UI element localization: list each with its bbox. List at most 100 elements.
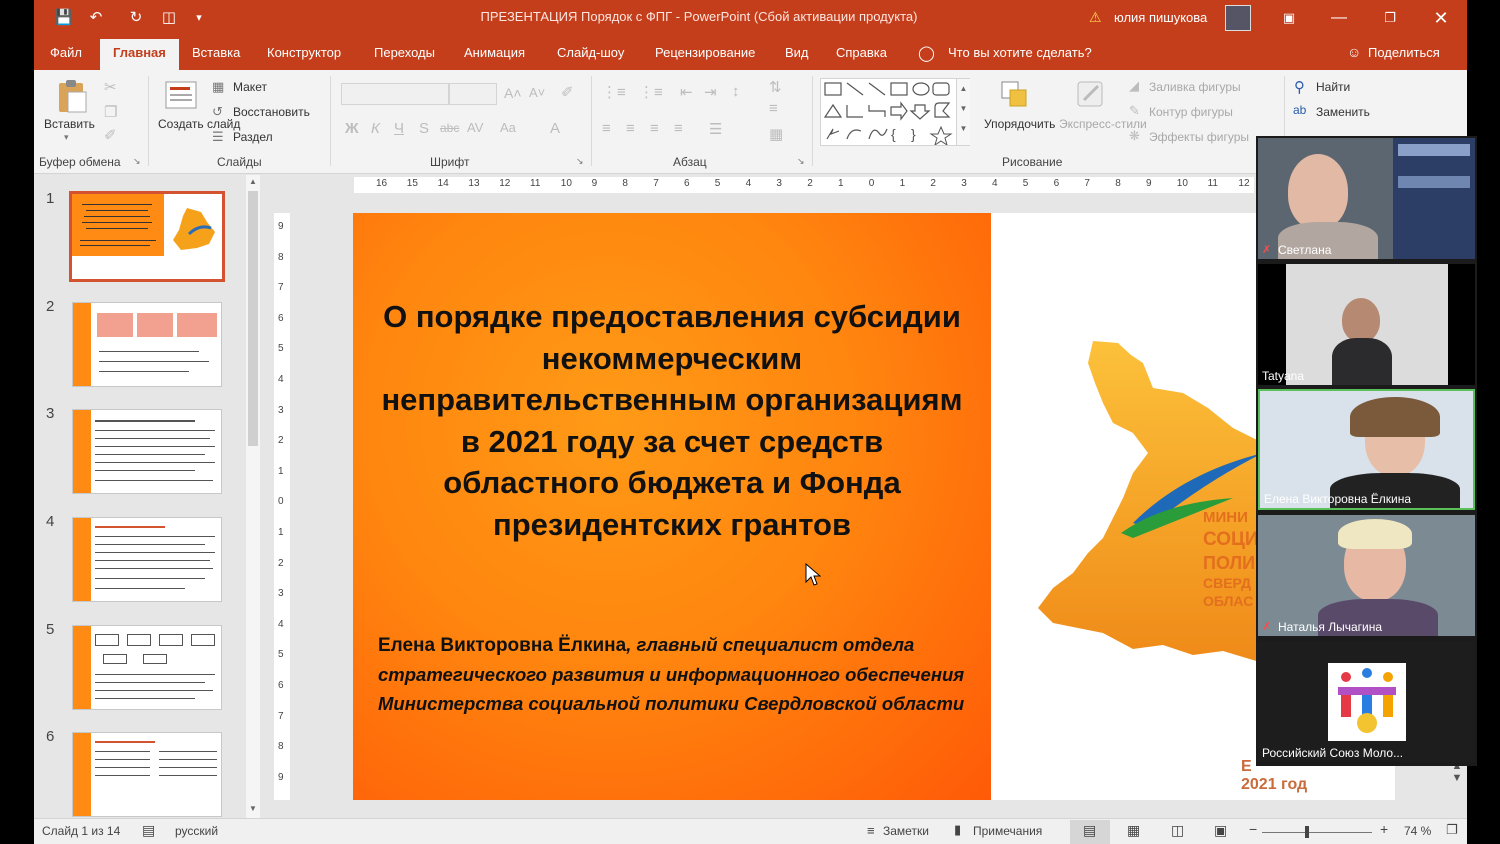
quick-styles-icon[interactable] bbox=[1074, 78, 1108, 110]
scroll-thumb[interactable] bbox=[248, 191, 258, 446]
bold-icon[interactable]: Ж bbox=[345, 120, 359, 137]
participant-tile[interactable]: Tatyana bbox=[1258, 264, 1475, 385]
user-name[interactable]: юлия пишукова bbox=[1114, 10, 1207, 25]
format-painter-icon[interactable]: ✐ bbox=[104, 126, 117, 144]
slide-thumbnail-6[interactable] bbox=[72, 732, 222, 817]
find-button[interactable]: Найти bbox=[1316, 80, 1350, 94]
tab-review[interactable]: Рецензирование bbox=[655, 45, 755, 60]
align-center-icon[interactable]: ≡ bbox=[626, 120, 635, 137]
text-direction-icon[interactable]: ⇅ bbox=[769, 78, 782, 96]
cut-icon[interactable]: ✂ bbox=[104, 78, 117, 96]
tab-help[interactable]: Справка bbox=[836, 45, 887, 60]
slide-title[interactable]: О порядке предоставления субсидии некомм… bbox=[373, 296, 971, 545]
shape-outline-button[interactable]: Контур фигуры bbox=[1149, 105, 1233, 119]
underline-icon[interactable]: Ч bbox=[394, 120, 404, 137]
grow-font-icon[interactable]: A˄ bbox=[504, 85, 522, 101]
notes-button[interactable]: Заметки bbox=[883, 824, 929, 838]
ribbon-display-icon[interactable]: ▣ bbox=[1274, 6, 1304, 30]
participant-tile[interactable]: ✗ Светлана bbox=[1258, 138, 1475, 259]
restore-button[interactable]: ❐ bbox=[1375, 6, 1405, 30]
numbering-icon[interactable]: ⋮≡ bbox=[639, 83, 663, 101]
tab-insert[interactable]: Вставка bbox=[192, 45, 240, 60]
tab-design[interactable]: Конструктор bbox=[267, 45, 341, 60]
save-icon[interactable]: 💾 bbox=[54, 8, 74, 28]
zoom-in-icon[interactable]: + bbox=[1380, 821, 1388, 837]
slide-sorter-icon[interactable]: ▦ bbox=[1127, 822, 1140, 839]
arrange-button[interactable]: Упорядочить bbox=[984, 117, 1055, 131]
align-right-icon[interactable]: ≡ bbox=[650, 120, 659, 137]
zoom-out-icon[interactable]: − bbox=[1249, 821, 1257, 837]
slide-canvas[interactable]: О порядке предоставления субсидии некомм… bbox=[353, 213, 1395, 800]
tab-transitions[interactable]: Переходы bbox=[374, 45, 435, 60]
shapes-gallery[interactable]: {} bbox=[820, 78, 970, 147]
bullets-icon[interactable]: ⋮≡ bbox=[602, 83, 626, 101]
participant-tile[interactable]: Российский Союз Моло... bbox=[1258, 641, 1475, 762]
decrease-indent-icon[interactable]: ⇤ bbox=[680, 83, 693, 101]
zoom-slider-thumb[interactable] bbox=[1305, 826, 1309, 838]
italic-icon[interactable]: К bbox=[371, 120, 380, 137]
clipboard-launcher-icon[interactable]: ↘ bbox=[133, 156, 141, 167]
tab-slideshow[interactable]: Слайд-шоу bbox=[557, 45, 624, 60]
strikethrough-icon[interactable]: abc bbox=[440, 121, 459, 135]
reset-button[interactable]: Восстановить bbox=[233, 105, 310, 119]
slide-thumbnail-4[interactable] bbox=[72, 517, 222, 602]
fit-to-window-icon[interactable]: ❐ bbox=[1446, 822, 1458, 838]
slideshow-view-icon[interactable]: ▣ bbox=[1214, 822, 1227, 839]
participant-tile[interactable]: ✗ Наталья Лычагина bbox=[1258, 515, 1475, 636]
font-size-field[interactable] bbox=[449, 83, 497, 105]
new-slide-button[interactable]: Создать слайд bbox=[158, 117, 240, 131]
align-text-icon[interactable]: ≡ bbox=[769, 100, 778, 117]
scroll-up-icon[interactable]: ▲ bbox=[246, 175, 260, 189]
paste-icon[interactable] bbox=[56, 78, 88, 114]
reading-view-icon[interactable]: ◫ bbox=[1171, 822, 1184, 839]
font-name-field[interactable] bbox=[341, 83, 449, 105]
font-color-icon[interactable]: A bbox=[550, 120, 560, 137]
participant-tile-speaking[interactable]: Елена Викторовна Ёлкина bbox=[1258, 389, 1475, 510]
undo-icon[interactable]: ↶ bbox=[86, 8, 106, 28]
tab-animations[interactable]: Анимация bbox=[464, 45, 525, 60]
gallery-scroll[interactable]: ▲ ▼ ▼ bbox=[956, 79, 970, 145]
paragraph-launcher-icon[interactable]: ↘ bbox=[797, 156, 805, 167]
font-launcher-icon[interactable]: ↘ bbox=[576, 156, 584, 167]
justify-icon[interactable]: ≡ bbox=[674, 120, 683, 137]
minimize-button[interactable]: — bbox=[1324, 6, 1354, 30]
align-left-icon[interactable]: ≡ bbox=[602, 120, 611, 137]
shape-effects-button[interactable]: Эффекты фигуры bbox=[1149, 130, 1249, 144]
tell-me-search[interactable]: Что вы хотите сделать? bbox=[948, 45, 1092, 60]
slide-thumbnail-3[interactable] bbox=[72, 409, 222, 494]
customize-toolbar-icon[interactable]: ▾ bbox=[189, 8, 209, 28]
arrange-icon[interactable] bbox=[998, 78, 1032, 110]
start-slideshow-icon[interactable]: ◫ bbox=[159, 8, 179, 28]
increase-indent-icon[interactable]: ⇥ bbox=[704, 83, 717, 101]
line-spacing-icon[interactable]: ↕ bbox=[732, 83, 740, 100]
columns-icon[interactable]: ☰ bbox=[709, 120, 722, 138]
slide-thumbnail-1[interactable] bbox=[69, 191, 225, 282]
slide-area-scroll[interactable]: ▲ ▼ bbox=[1448, 760, 1466, 800]
tab-view[interactable]: Вид bbox=[785, 45, 809, 60]
slide-thumbnail-5[interactable] bbox=[72, 625, 222, 710]
comments-button[interactable]: Примечания bbox=[973, 824, 1042, 838]
tab-home[interactable]: Главная bbox=[100, 39, 179, 70]
spellcheck-icon[interactable]: ▤ bbox=[142, 822, 155, 839]
shrink-font-icon[interactable]: A˅ bbox=[529, 85, 545, 100]
scroll-down-icon[interactable]: ▼ bbox=[246, 802, 260, 816]
layout-button[interactable]: Макет bbox=[233, 80, 267, 94]
quick-styles-button[interactable]: Экспресс-стили bbox=[1059, 117, 1147, 131]
character-spacing-icon[interactable]: AV bbox=[467, 120, 483, 135]
zoom-slider[interactable] bbox=[1262, 832, 1372, 833]
tab-file[interactable]: Файл bbox=[50, 45, 82, 60]
clear-formatting-icon[interactable]: ✐ bbox=[561, 83, 574, 101]
paste-dropdown-icon[interactable]: ▾ bbox=[64, 132, 69, 143]
shadow-icon[interactable]: S bbox=[419, 120, 429, 137]
avatar[interactable] bbox=[1225, 5, 1251, 31]
shape-fill-button[interactable]: Заливка фигуры bbox=[1149, 80, 1241, 94]
copy-icon[interactable]: ❐ bbox=[104, 103, 117, 121]
share-button[interactable]: Поделиться bbox=[1368, 45, 1440, 60]
close-button[interactable]: ✕ bbox=[1426, 6, 1456, 30]
new-slide-icon[interactable] bbox=[164, 78, 200, 110]
zoom-level[interactable]: 74 % bbox=[1404, 824, 1431, 838]
slide-author-text[interactable]: Елена Викторовна Ёлкина, главный специал… bbox=[378, 630, 978, 718]
smartart-icon[interactable]: ▦ bbox=[769, 125, 783, 143]
paste-button[interactable]: Вставить bbox=[44, 117, 95, 131]
redo-icon[interactable]: ↻ bbox=[126, 8, 146, 28]
